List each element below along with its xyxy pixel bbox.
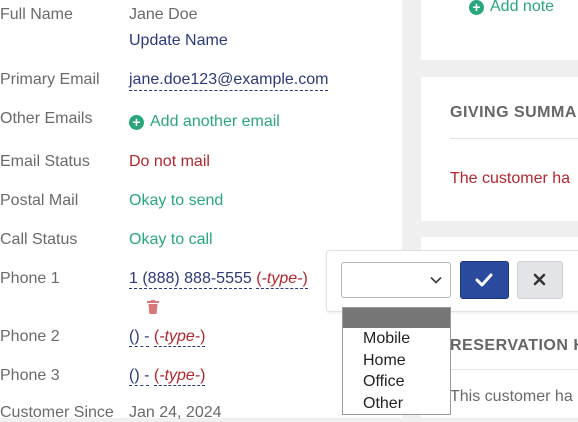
full-name-label: Full Name bbox=[0, 6, 73, 23]
customer-since-label: Customer Since bbox=[0, 404, 114, 421]
add-note-text: Add note bbox=[490, 0, 555, 15]
call-status-value[interactable]: Okay to call bbox=[129, 231, 213, 249]
primary-email-value[interactable]: jane.doe123@example.com bbox=[129, 71, 329, 91]
close-icon bbox=[533, 273, 546, 286]
phone-2-number[interactable]: () - bbox=[129, 328, 150, 347]
giving-summary-title: GIVING SUMMA bbox=[450, 104, 577, 121]
giving-summary-card: GIVING SUMMA The customer ha bbox=[421, 77, 578, 221]
notes-card: + Add note bbox=[421, 0, 578, 60]
phone-type-dropdown-list: Mobile Home Office Other bbox=[342, 307, 451, 415]
call-status-label: Call Status bbox=[0, 231, 78, 248]
phone-2-field: () - (-type-) bbox=[129, 328, 206, 347]
dropdown-option-other[interactable]: Other bbox=[343, 393, 450, 415]
dropdown-option-home[interactable]: Home bbox=[343, 350, 450, 372]
checkmark-icon bbox=[475, 273, 493, 287]
dropdown-option-office[interactable]: Office bbox=[343, 371, 450, 393]
email-status-label: Email Status bbox=[0, 153, 90, 170]
add-note-link[interactable]: + Add note bbox=[469, 0, 554, 16]
phone-1-label: Phone 1 bbox=[0, 270, 60, 287]
giving-summary-message: The customer ha bbox=[450, 170, 571, 187]
phone-3-label: Phone 3 bbox=[0, 367, 60, 384]
update-name-link[interactable]: Update Name bbox=[129, 32, 228, 50]
phone-3-field: () - (-type-) bbox=[129, 367, 206, 386]
phone-2-label: Phone 2 bbox=[0, 328, 60, 345]
other-emails-label: Other Emails bbox=[0, 110, 93, 127]
confirm-button[interactable] bbox=[460, 261, 509, 299]
plus-circle-icon: + bbox=[129, 115, 144, 130]
email-status-value[interactable]: Do not mail bbox=[129, 153, 210, 171]
phone-2-type-text: -type- bbox=[159, 328, 201, 345]
plus-circle-icon: + bbox=[469, 0, 484, 15]
dropdown-option-mobile[interactable]: Mobile bbox=[343, 328, 450, 350]
phone-3-type[interactable]: (-type-) bbox=[153, 367, 206, 386]
phone-type-select[interactable] bbox=[341, 262, 451, 298]
add-email-link[interactable]: + Add another email bbox=[129, 113, 280, 131]
customer-since-value: Jan 24, 2024 bbox=[129, 404, 222, 421]
reservation-history-message: This customer ha bbox=[450, 388, 573, 405]
cancel-button[interactable] bbox=[517, 261, 563, 299]
phone-1-number[interactable]: 1 (888) 888-5555 bbox=[129, 270, 252, 289]
phone-2-type[interactable]: (-type-) bbox=[153, 328, 206, 347]
phone-1-type[interactable]: (-type-) bbox=[256, 270, 308, 289]
phone-1-type-text: -type- bbox=[261, 270, 303, 287]
add-email-text: Add another email bbox=[150, 113, 280, 130]
card-divider bbox=[450, 138, 578, 139]
phone-3-type-text: -type- bbox=[159, 367, 201, 384]
reservation-history-title: RESERVATION H bbox=[450, 337, 578, 354]
chevron-down-icon bbox=[430, 276, 442, 284]
postal-mail-label: Postal Mail bbox=[0, 192, 79, 209]
phone-1-field: 1 (888) 888-5555 (-type-) bbox=[129, 270, 308, 289]
phone-3-number[interactable]: () - bbox=[129, 367, 150, 386]
full-name-value: Jane Doe bbox=[129, 6, 198, 23]
postal-mail-value[interactable]: Okay to send bbox=[129, 192, 223, 210]
primary-email-label: Primary Email bbox=[0, 71, 100, 88]
trash-icon[interactable] bbox=[147, 300, 159, 314]
dropdown-option-blank[interactable] bbox=[343, 308, 450, 328]
card-divider bbox=[450, 369, 578, 370]
